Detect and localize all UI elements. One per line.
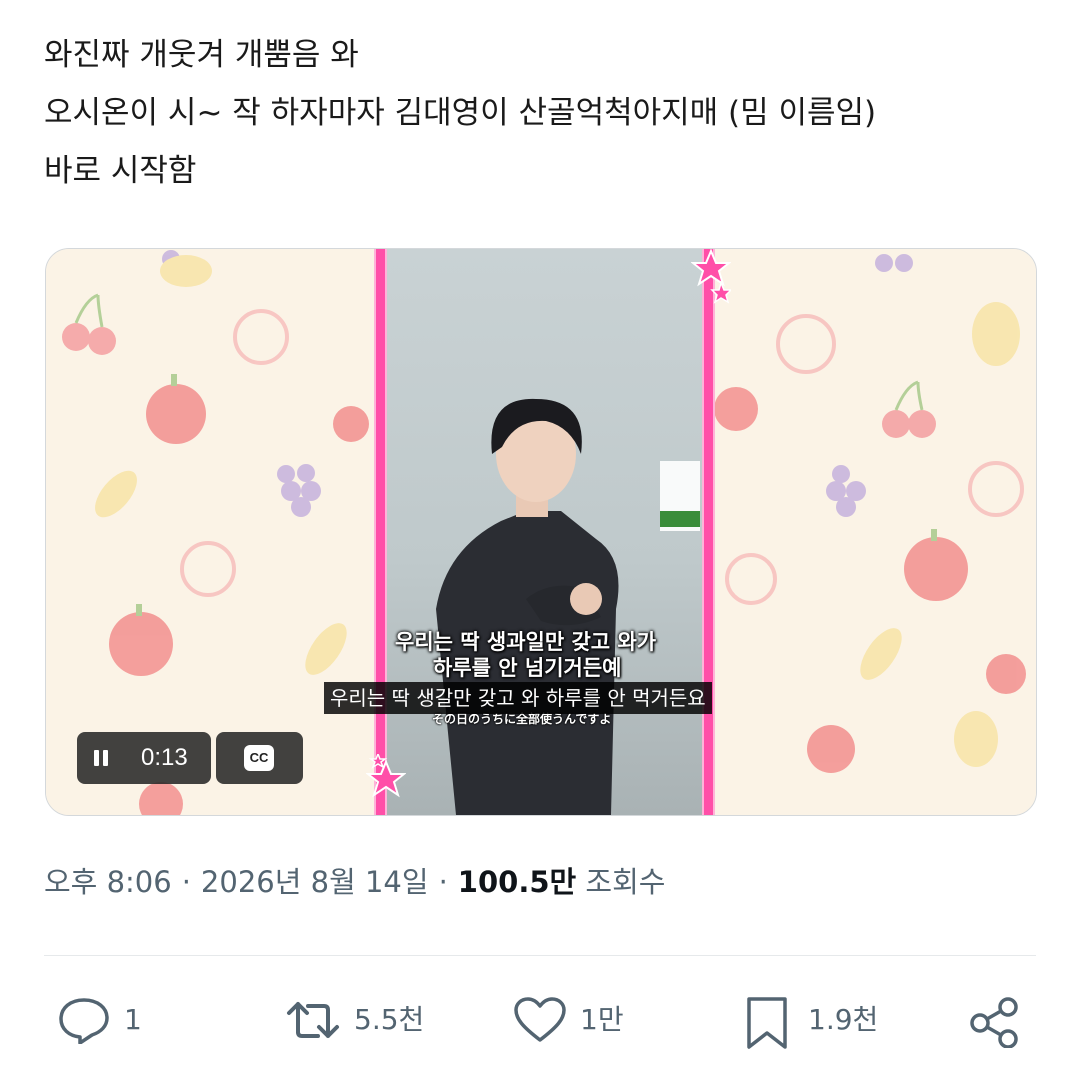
frame-border-right: [704, 249, 713, 815]
person-figure: [436, 398, 700, 815]
captions-toggle-button[interactable]: CC: [216, 732, 303, 784]
reply-button[interactable]: 1: [58, 990, 168, 1050]
retweet-icon: [287, 1002, 339, 1038]
video-frame: [376, 249, 713, 815]
playback-control[interactable]: 0:13: [77, 732, 211, 784]
divider: [44, 955, 1036, 956]
tweet-text-line-1: 와진짜 개웃겨 개뿜음 와: [44, 37, 359, 73]
views-label: 조회수: [585, 865, 666, 899]
video-player[interactable]: [45, 248, 1037, 816]
tweet-meta: 오후 8:06 · 2026년 8월 14일 · 100.5만 조회수: [44, 862, 665, 902]
share-icon: [970, 997, 1018, 1048]
playback-time: 0:13: [141, 744, 188, 771]
closed-caption: 우리는 딱 생갈만 갖고 와 하루를 안 먹거든요: [324, 682, 712, 714]
views-count: 100.5만: [457, 865, 577, 899]
tweet-text-line-3: 바로 시작함: [44, 153, 197, 189]
reply-count: 1: [124, 1003, 142, 1036]
share-button[interactable]: [968, 990, 1024, 1050]
separator-dot: ·: [438, 865, 448, 899]
cc-icon: CC: [244, 745, 274, 771]
heart-icon: [514, 997, 566, 1042]
tweet-text-line-2: 오시온이 시~ 작 하자마자 김대영이 산골억척아지매 (밈 이름임): [44, 95, 877, 131]
like-button[interactable]: 1만: [513, 990, 633, 1050]
bookmark-icon: [747, 997, 787, 1049]
pause-icon[interactable]: [94, 750, 110, 766]
star-sticker-icon: [691, 249, 731, 304]
action-bar: 1 5.5천 1만 1.9천: [0, 990, 1080, 1050]
retweet-button[interactable]: 5.5천: [284, 990, 434, 1050]
retweet-count: 5.5천: [354, 1003, 425, 1036]
tweet-text: 와진짜 개웃겨 개뿜음 와 오시온이 시~ 작 하자마자 김대영이 산골억척아지…: [44, 26, 1044, 200]
bookmark-button[interactable]: 1.9천: [744, 990, 884, 1050]
like-count: 1만: [580, 1003, 624, 1036]
star-sticker-icon: [366, 754, 406, 798]
bookmark-count: 1.9천: [808, 1003, 879, 1036]
post-time[interactable]: 오후 8:06: [44, 865, 172, 899]
separator-dot: ·: [181, 865, 191, 899]
post-date[interactable]: 2026년 8월 14일: [201, 865, 429, 899]
frame-border-left: [376, 249, 385, 815]
burned-subtitle-line-2: 하루를 안 넘기거든예: [433, 656, 622, 680]
reply-icon: [59, 998, 109, 1044]
